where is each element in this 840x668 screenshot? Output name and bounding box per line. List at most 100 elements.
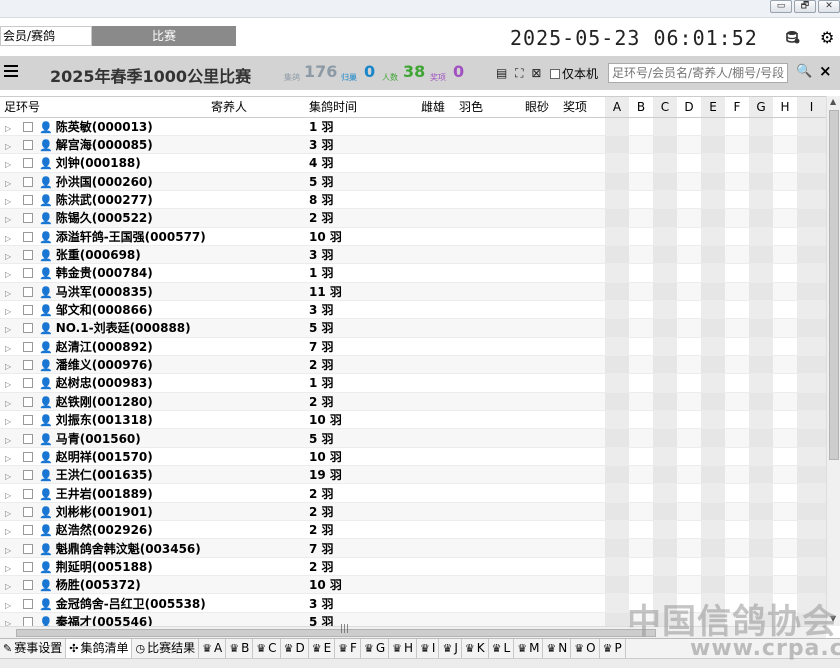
expand-arrow-icon[interactable]: ▷ xyxy=(5,197,15,206)
expand-arrow-icon[interactable]: ▷ xyxy=(5,601,15,610)
bottom-tab[interactable]: ♛ O xyxy=(571,639,600,658)
bottom-tab[interactable]: ♛ D xyxy=(281,639,309,658)
row-checkbox[interactable] xyxy=(23,433,33,444)
bottom-tab[interactable]: ♛ H xyxy=(389,639,418,658)
vertical-scrollbar[interactable]: ▲ ▼ xyxy=(826,96,840,626)
table-row[interactable]: ▷ 👤 赵浩然(002926) 2 羽 xyxy=(0,520,826,540)
bottom-tab[interactable]: ♛ E xyxy=(309,639,336,658)
expand-arrow-icon[interactable]: ▷ xyxy=(5,436,15,445)
expand-arrow-icon[interactable]: ▷ xyxy=(5,270,15,279)
tab-member-pigeon[interactable]: 会员/赛鸽 xyxy=(0,26,92,46)
column-header-ring[interactable]: 足环号 xyxy=(0,97,207,118)
table-row[interactable]: ▷ 👤 赵铁刚(001280) 2 羽 xyxy=(0,392,826,412)
table-row[interactable]: ▷ 👤 陈洪武(000277) 8 羽 xyxy=(0,190,826,210)
bottom-tab[interactable]: ♛ M xyxy=(514,639,544,658)
expand-arrow-icon[interactable]: ▷ xyxy=(5,546,15,555)
expand-arrow-icon[interactable]: ▷ xyxy=(5,160,15,169)
bottom-tab[interactable]: ♛ B xyxy=(226,639,254,658)
bottom-tab[interactable]: ♛ L xyxy=(489,639,515,658)
search-input[interactable] xyxy=(608,63,788,83)
row-checkbox[interactable] xyxy=(23,195,33,206)
row-checkbox[interactable] xyxy=(23,470,33,481)
row-checkbox[interactable] xyxy=(23,341,33,352)
minimize-button[interactable]: ▭ xyxy=(770,0,792,13)
table-row[interactable]: ▷ 👤 马青(001560) 5 羽 xyxy=(0,428,826,448)
row-checkbox[interactable] xyxy=(23,378,33,389)
expand-arrow-icon[interactable]: ▷ xyxy=(5,417,15,426)
expand-arrow-icon[interactable]: ▷ xyxy=(5,124,15,133)
column-header-b[interactable]: B xyxy=(629,97,653,118)
column-header-feather[interactable]: 羽色 xyxy=(455,97,521,118)
expand-arrow-icon[interactable]: ▷ xyxy=(5,491,15,500)
horizontal-scroll-thumb[interactable] xyxy=(16,629,656,637)
table-row[interactable]: ▷ 👤 韩金贵(000784) 1 羽 xyxy=(0,263,826,283)
row-checkbox[interactable] xyxy=(23,158,33,169)
table-row[interactable]: ▷ 👤 杨胜(005372) 10 羽 xyxy=(0,575,826,595)
expand-arrow-icon[interactable]: ▷ xyxy=(5,527,15,536)
table-row[interactable]: ▷ 👤 刘振东(001318) 10 羽 xyxy=(0,410,826,430)
expand-arrow-icon[interactable]: ▷ xyxy=(5,142,15,151)
row-checkbox[interactable] xyxy=(23,176,33,187)
menu-icon[interactable] xyxy=(4,65,18,77)
row-checkbox[interactable] xyxy=(23,250,33,261)
expand-arrow-icon[interactable]: ▷ xyxy=(5,454,15,463)
row-checkbox[interactable] xyxy=(23,286,33,297)
expand-arrow-icon[interactable]: ▷ xyxy=(5,399,15,408)
bottom-tab[interactable]: ♛ I xyxy=(417,639,440,658)
expand-arrow-icon[interactable]: ▷ xyxy=(5,380,15,389)
row-checkbox[interactable] xyxy=(23,121,33,132)
expand-arrow-icon[interactable]: ▷ xyxy=(5,362,15,371)
table-row[interactable]: ▷ 👤 邹文和(000866) 3 羽 xyxy=(0,300,826,320)
only-local-checkbox[interactable] xyxy=(550,69,560,79)
column-header-d[interactable]: D xyxy=(677,97,701,118)
row-checkbox[interactable] xyxy=(23,305,33,316)
row-checkbox[interactable] xyxy=(23,506,33,517)
row-checkbox[interactable] xyxy=(23,616,33,626)
row-checkbox[interactable] xyxy=(23,488,33,499)
table-row[interactable]: ▷ 👤 赵树忠(000983) 1 羽 xyxy=(0,373,826,393)
vertical-scroll-thumb[interactable] xyxy=(829,110,839,460)
expand-arrow-icon[interactable]: ▷ xyxy=(5,307,15,316)
expand-arrow-icon[interactable]: ▷ xyxy=(5,234,15,243)
bottom-tab[interactable]: ♛ P xyxy=(600,639,626,658)
table-row[interactable]: ▷ 👤 刘钟(000188) 4 羽 xyxy=(0,153,826,173)
expand-arrow-icon[interactable]: ▷ xyxy=(5,325,15,334)
bottom-tab[interactable]: ✣ 集鸽清单 xyxy=(66,639,133,658)
column-header-h[interactable]: H xyxy=(773,97,797,118)
row-checkbox[interactable] xyxy=(23,268,33,279)
expand-arrow-icon[interactable]: ▷ xyxy=(5,179,15,188)
column-header-i[interactable]: I xyxy=(797,97,826,118)
column-header-foster[interactable]: 寄养人 xyxy=(207,97,305,118)
table-row[interactable]: ▷ 👤 潘维义(000976) 2 羽 xyxy=(0,355,826,375)
row-checkbox[interactable] xyxy=(23,415,33,426)
bottom-tab[interactable]: ♛ J xyxy=(439,639,462,658)
expand-arrow-icon[interactable]: ▷ xyxy=(5,344,15,353)
table-row[interactable]: ▷ 👤 陈锡久(000522) 2 羽 xyxy=(0,208,826,228)
row-checkbox[interactable] xyxy=(23,543,33,554)
expand-arrow-icon[interactable]: ▷ xyxy=(5,564,15,573)
table-row[interactable]: ▷ 👤 解宫海(000085) 3 羽 xyxy=(0,135,826,155)
bottom-tab[interactable]: ♛ A xyxy=(199,639,227,658)
tab-race[interactable]: 比赛 xyxy=(92,26,236,46)
bottom-tab[interactable]: ♛ C xyxy=(253,639,281,658)
table-row[interactable]: ▷ 👤 NO.1-刘表廷(000888) 5 羽 xyxy=(0,318,826,338)
bottom-tab[interactable]: ♛ G xyxy=(361,639,390,658)
row-checkbox[interactable] xyxy=(23,561,33,572)
row-checkbox[interactable] xyxy=(23,598,33,609)
restore-button[interactable]: 🗗 xyxy=(794,0,816,13)
bottom-tab[interactable]: ♛ K xyxy=(462,639,489,658)
column-header-prize[interactable]: 奖项 xyxy=(559,97,605,118)
expand-arrow-icon[interactable]: ▷ xyxy=(5,619,15,626)
bottom-tab[interactable]: ◷ 比赛结果 xyxy=(132,639,200,658)
expand-arrow-icon[interactable]: ▷ xyxy=(5,215,15,224)
table-row[interactable]: ▷ 👤 魁鼎鸽舍韩汶魁(003456) 7 羽 xyxy=(0,538,826,558)
row-checkbox[interactable] xyxy=(23,451,33,462)
row-checkbox[interactable] xyxy=(23,396,33,407)
expand-arrow-icon[interactable]: ▷ xyxy=(5,472,15,481)
expand-arrow-icon[interactable]: ▷ xyxy=(5,252,15,261)
table-row[interactable]: ▷ 👤 马洪军(000835) 11 羽 xyxy=(0,282,826,301)
row-checkbox[interactable] xyxy=(23,360,33,371)
table-row[interactable]: ▷ 👤 陈英敏(000013) 1 羽 xyxy=(0,117,826,136)
table-row[interactable]: ▷ 👤 孙洪国(000260) 5 羽 xyxy=(0,172,826,191)
list-icon[interactable]: ▤ xyxy=(496,66,507,80)
